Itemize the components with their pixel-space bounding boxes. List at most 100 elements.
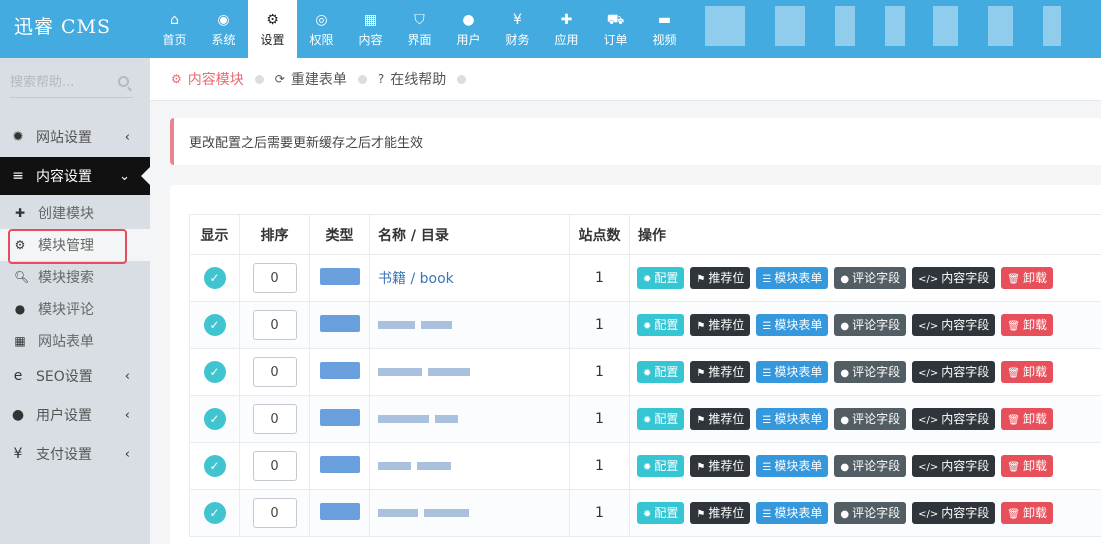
order-input[interactable] [252,404,297,434]
action-gear-button[interactable]: ✹ 配置 [637,314,685,336]
table-header-row: 显示 排序 类型 名称 / 目录 站点数 操作 [189,214,1101,255]
action-gear-button[interactable]: ✹ 配置 [637,408,685,430]
action-comments-button[interactable]: ● 评论字段 [834,267,907,289]
action-list-button[interactable]: ☰ 模块表单 [756,455,829,477]
sidebar-subitem-2[interactable]: 🔍︎ 模块搜索 [0,261,150,293]
app-logo[interactable]: 迅睿 CMS [14,12,111,39]
action-comments-button[interactable]: ● 评论字段 [834,314,907,336]
table-row: ✓ 1 ✹配置⚑推荐位☰模块表单●评论字段</>内容字段🗑︎卸载 [189,442,1101,490]
nav-item-7[interactable]: ¥ 财务 [493,0,542,58]
action-trash-button[interactable]: 🗑︎ 卸载 [1001,267,1053,289]
gear-icon: ✹ [643,509,652,520]
blurred-nav-items [705,6,1061,46]
nav-item-4[interactable]: ▦ 内容 [346,0,395,58]
action-trash-button[interactable]: 🗑︎ 卸载 [1001,408,1053,430]
action-trash-button[interactable]: 🗑︎ 卸载 [1001,502,1053,524]
action-list-button[interactable]: ☰ 模块表单 [756,408,829,430]
top-navbar: 迅睿 CMS ⌂ 首页 ◉ 系统 ⚙ 设置 ◎ 权限 ▦ 内容 ⛉ 界面 ● 用户 ¥ 财务 ✚ 应用 ⛟ 订单 ▬ 视频 [0,0,1101,58]
action-comments-button[interactable]: ● 评论字段 [834,408,907,430]
plus-icon: ✚ [14,206,26,220]
nav-item-10[interactable]: ▬ 视频 [640,0,689,58]
yen-icon: ¥ [513,12,522,28]
order-input[interactable] [252,263,297,293]
nav-item-5[interactable]: ⛉ 界面 [395,0,444,58]
action-label: 推荐位 [708,506,745,520]
action-code-button[interactable]: </> 内容字段 [912,408,996,430]
notice-text: 更改配置之后需要更新缓存之后才能生效 [189,136,424,151]
action-trash-button[interactable]: 🗑︎ 卸载 [1001,455,1053,477]
nav-item-0[interactable]: ⌂ 首页 [150,0,199,58]
order-input[interactable] [252,357,297,387]
nav-item-9[interactable]: ⛟ 订单 [591,0,640,58]
search-icon[interactable] [118,76,129,87]
action-flag-button[interactable]: ⚑ 推荐位 [690,455,751,477]
action-flag-button[interactable]: ⚑ 推荐位 [690,314,751,336]
nav-item-3[interactable]: ◎ 权限 [297,0,346,58]
action-list-button[interactable]: ☰ 模块表单 [756,267,829,289]
col-actions: 操作 [629,214,1101,255]
sidebar-menu-menu2-1[interactable]: ● 用户设置 ‹ [0,396,150,434]
action-code-button[interactable]: </> 内容字段 [912,455,996,477]
type-cell [309,489,370,537]
action-gear-button[interactable]: ✹ 配置 [637,361,685,383]
check-circle-icon[interactable]: ✓ [203,455,226,477]
trash-icon: 🗑︎ [1007,462,1020,473]
action-code-button[interactable]: </> 内容字段 [912,314,996,336]
nav-item-6[interactable]: ● 用户 [444,0,493,58]
sidebar-subitem-4[interactable]: ▦ 网站表单 [0,325,150,357]
check-circle-icon[interactable]: ✓ [203,314,226,336]
sidebar-menu-menu-1[interactable]: ≡ 内容设置 ⌄ [0,157,150,195]
sidebar-menu-menu-0[interactable]: ✹ 网站设置 ‹ [0,118,150,156]
action-trash-button[interactable]: 🗑︎ 卸载 [1001,361,1053,383]
action-gear-button[interactable]: ✹ 配置 [637,455,685,477]
nav-item-8[interactable]: ✚ 应用 [542,0,591,58]
check-circle-icon[interactable]: ✓ [203,267,226,289]
order-input[interactable] [252,310,297,340]
action-list-button[interactable]: ☰ 模块表单 [756,314,829,336]
module-name-link[interactable]: 书籍 / book [378,271,454,287]
action-flag-button[interactable]: ⚑ 推荐位 [690,267,751,289]
action-comments-button[interactable]: ● 评论字段 [834,361,907,383]
trash-icon: 🗑︎ [1007,321,1020,332]
action-comments-button[interactable]: ● 评论字段 [834,455,907,477]
list-icon: ☰ [762,415,772,426]
sidebar-subitem-3[interactable]: ● 模块评论 [0,293,150,325]
search-help-input[interactable] [10,68,110,96]
sidebar-menu-menu2-0[interactable]: e SEO设置 ‹ [0,357,150,395]
action-code-button[interactable]: </> 内容字段 [912,361,996,383]
sidebar-subitem-0[interactable]: ✚ 创建模块 [0,197,150,229]
action-flag-button[interactable]: ⚑ 推荐位 [690,408,751,430]
chevron-icon: ‹ [124,368,130,384]
action-comments-button[interactable]: ● 评论字段 [834,502,907,524]
action-label: 配置 [654,412,679,426]
check-circle-icon[interactable]: ✓ [203,408,226,430]
breadcrumb-label: 在线帮助 [390,72,447,88]
nav-item-1[interactable]: ◉ 系统 [199,0,248,58]
nav-item-2[interactable]: ⚙ 设置 [248,0,297,58]
action-gear-button[interactable]: ✹ 配置 [637,267,685,289]
check-circle-icon[interactable]: ✓ [203,502,226,524]
action-gear-button[interactable]: ✹ 配置 [637,502,685,524]
code-icon: </> [918,368,939,379]
order-input[interactable] [252,498,297,528]
action-flag-button[interactable]: ⚑ 推荐位 [690,361,751,383]
breadcrumb-item-1[interactable]: ⟳ 重建表单 [275,69,347,89]
action-code-button[interactable]: </> 内容字段 [912,502,996,524]
check-circle-icon[interactable]: ✓ [203,361,226,383]
actions-cell: ✹ 配置 ⚑ 推荐位 ☰ 模块表单 ● 评论字段 </> 内容字段 🗑︎ 卸载 [629,254,1101,302]
action-list-button[interactable]: ☰ 模块表单 [756,361,829,383]
action-trash-button[interactable]: 🗑︎ 卸载 [1001,314,1053,336]
action-list-button[interactable]: ☰ 模块表单 [756,502,829,524]
action-code-button[interactable]: </> 内容字段 [912,267,996,289]
sidebar-subitem-label: 模块搜索 [38,270,94,286]
sidebar-menu-menu2-2[interactable]: ¥ 支付设置 ‹ [0,435,150,473]
code-icon: </> [918,274,939,285]
puzzle-icon: ✚ [560,12,573,28]
sidebar-subitem-1[interactable]: ⚙ 模块管理 [0,229,150,264]
order-input[interactable] [252,451,297,481]
top-nav-menu: ⌂ 首页 ◉ 系统 ⚙ 设置 ◎ 权限 ▦ 内容 ⛉ 界面 ● 用户 ¥ 财务 ✚ 应用 ⛟ 订单 ▬ 视频 [150,0,689,58]
breadcrumb-item-0[interactable]: ⚙ 内容模块 [171,69,244,89]
breadcrumb-item-2[interactable]: ? 在线帮助 [378,69,446,89]
action-label: 推荐位 [708,412,745,426]
action-flag-button[interactable]: ⚑ 推荐位 [690,502,751,524]
